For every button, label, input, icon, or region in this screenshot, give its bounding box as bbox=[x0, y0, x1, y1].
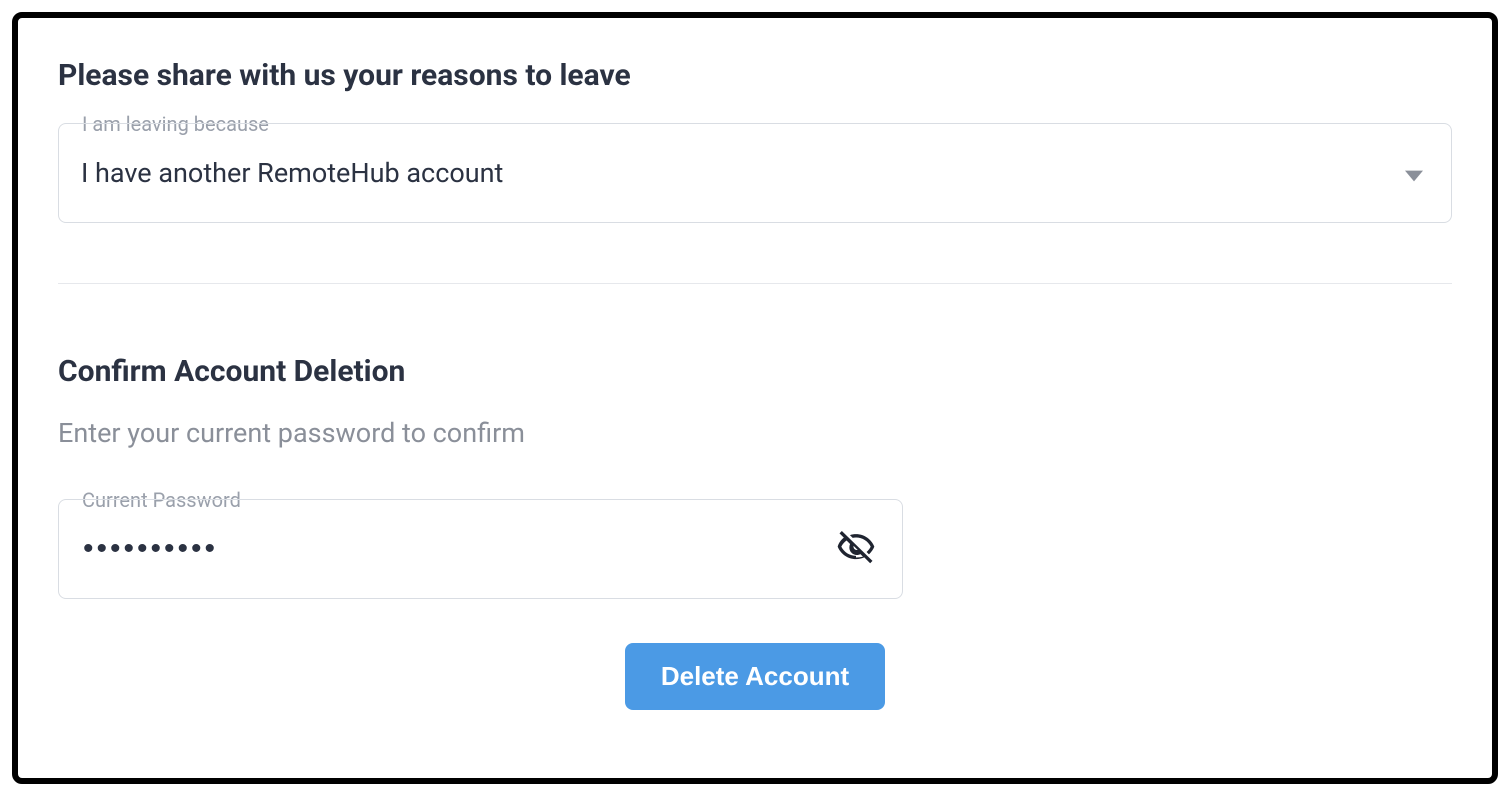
caret-down-icon bbox=[1405, 157, 1423, 189]
reason-select[interactable]: I have another RemoteHub account bbox=[58, 123, 1452, 223]
delete-account-button[interactable]: Delete Account bbox=[625, 643, 885, 710]
section-divider bbox=[58, 283, 1452, 284]
confirm-section-title: Confirm Account Deletion bbox=[58, 354, 1452, 389]
eye-off-icon bbox=[836, 556, 876, 571]
reason-section-title: Please share with us your reasons to lea… bbox=[58, 58, 1452, 93]
reason-select-value: I have another RemoteHub account bbox=[81, 157, 503, 189]
current-password-input[interactable] bbox=[81, 531, 822, 567]
confirm-section-subtitle: Enter your current password to confirm bbox=[58, 417, 1452, 449]
password-field-wrap: Current Password bbox=[58, 499, 903, 599]
toggle-password-visibility-button[interactable] bbox=[832, 524, 880, 575]
account-deletion-panel: Please share with us your reasons to lea… bbox=[12, 12, 1498, 784]
reason-field-wrap: I am leaving because I have another Remo… bbox=[58, 123, 1452, 223]
password-box bbox=[58, 499, 903, 599]
